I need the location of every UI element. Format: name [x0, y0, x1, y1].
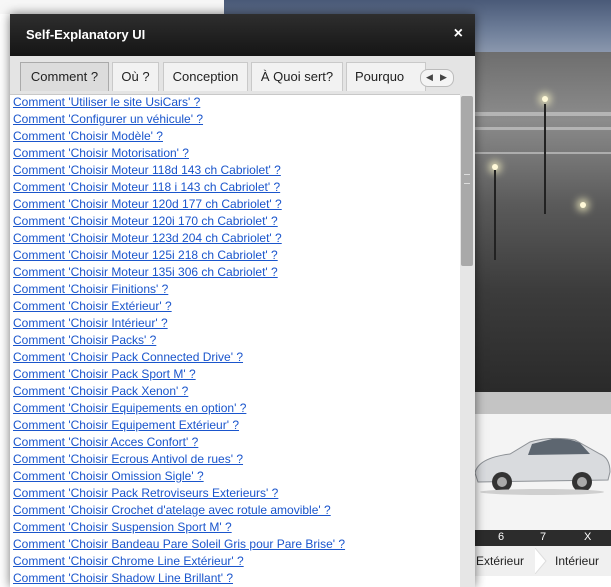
help-topic-link[interactable]: Comment 'Choisir Moteur 118d 143 ch Cabr… [13, 163, 281, 177]
help-topic-link[interactable]: Comment 'Choisir Modèle' ? [13, 129, 163, 143]
help-topic-link[interactable]: Comment 'Choisir Intérieur' ? [13, 316, 168, 330]
help-topic-link[interactable]: Comment 'Choisir Moteur 135i 306 ch Cabr… [13, 265, 278, 279]
dialog-titlebar[interactable]: Self-Explanatory UI × [10, 14, 475, 56]
help-topic-list-panel: Comment 'Utiliser le site UsiCars' ? Comm… [10, 94, 460, 587]
help-topic-link[interactable]: Comment 'Choisir Chrome Line Extérieur' … [13, 554, 244, 568]
help-topic-link[interactable]: Comment 'Choisir Omission Sigle' ? [13, 469, 204, 483]
help-topic-link[interactable]: Comment 'Choisir Crochet d'atelage avec … [13, 503, 331, 517]
help-topic-link[interactable]: Comment 'Choisir Pack Connected Drive' ? [13, 350, 243, 364]
dialog-title: Self-Explanatory UI [26, 27, 146, 42]
help-topic-link[interactable]: Comment 'Choisir Extérieur' ? [13, 299, 172, 313]
self-explanatory-dialog: Self-Explanatory UI × Comment ? Où ? Con… [10, 14, 475, 587]
list-item: Comment 'Choisir Pack Xenon' ? [13, 383, 460, 400]
list-item: Comment 'Choisir Moteur 135i 306 ch Cabr… [13, 264, 460, 281]
chevron-right-icon[interactable]: ▶ [440, 72, 447, 83]
list-item: Comment 'Choisir Finitions' ? [13, 281, 460, 298]
tab-ou[interactable]: Où ? [112, 62, 159, 91]
list-item: Comment 'Choisir Shadow Line Brillant' ? [13, 570, 460, 587]
list-item: Comment 'Choisir Ecrous Antivol de rues'… [13, 451, 460, 468]
help-topic-link[interactable]: Comment 'Choisir Pack Xenon' ? [13, 384, 188, 398]
list-item: Comment 'Choisir Intérieur' ? [13, 315, 460, 332]
help-topic-list: Comment 'Utiliser le site UsiCars' ? Comm… [10, 94, 460, 587]
scrollbar-thumb[interactable] [461, 96, 473, 266]
car-image [474, 437, 611, 495]
tab-bar: Comment ? Où ? Conception À Quoi sert? P… [10, 56, 475, 95]
help-topic-link[interactable]: Comment 'Choisir Pack Retroviseurs Exter… [13, 486, 278, 500]
list-item: Comment 'Choisir Pack Sport M' ? [13, 366, 460, 383]
list-item: Comment 'Choisir Moteur 118 i 143 ch Cab… [13, 179, 460, 196]
list-item: Comment 'Utiliser le site UsiCars' ? [13, 94, 460, 111]
help-topic-link[interactable]: Comment 'Choisir Finitions' ? [13, 282, 168, 296]
close-icon[interactable]: × [454, 25, 463, 43]
list-item: Comment 'Choisir Modèle' ? [13, 128, 460, 145]
help-topic-link[interactable]: Comment 'Choisir Pack Sport M' ? [13, 367, 196, 381]
list-item: Comment 'Choisir Crochet d'atelage avec … [13, 502, 460, 519]
list-item: Comment 'Choisir Moteur 125i 218 ch Cabr… [13, 247, 460, 264]
tab-conception[interactable]: Conception [163, 62, 248, 91]
help-topic-link[interactable]: Comment 'Choisir Motorisation' ? [13, 146, 189, 160]
list-item: Comment 'Choisir Acces Confort' ? [13, 434, 460, 451]
chevron-left-icon[interactable]: ◀ [426, 72, 433, 83]
list-item: Comment 'Choisir Equipements en option' … [13, 400, 460, 417]
help-topic-link[interactable]: Comment 'Choisir Suspension Sport M' ? [13, 520, 232, 534]
help-topic-link[interactable]: Comment 'Choisir Moteur 120i 170 ch Cabr… [13, 214, 278, 228]
list-item: Comment 'Choisir Pack Retroviseurs Exter… [13, 485, 460, 502]
scrollbar[interactable] [460, 94, 475, 587]
list-item: Comment 'Choisir Omission Sigle' ? [13, 468, 460, 485]
help-topic-link[interactable]: Comment 'Choisir Bandeau Pare Soleil Gri… [13, 537, 345, 551]
list-item: Comment 'Choisir Pack Connected Drive' ? [13, 349, 460, 366]
help-topic-link[interactable]: Comment 'Configurer un véhicule' ? [13, 112, 203, 126]
nav-exterieur[interactable]: Extérieur [476, 554, 524, 568]
list-item: Comment 'Choisir Moteur 120i 170 ch Cabr… [13, 213, 460, 230]
list-item: Comment 'Choisir Motorisation' ? [13, 145, 460, 162]
help-topic-link[interactable]: Comment 'Choisir Equipement Extérieur' ? [13, 418, 239, 432]
list-item: Comment 'Choisir Chrome Line Extérieur' … [13, 553, 460, 570]
help-topic-link[interactable]: Comment 'Utiliser le site UsiCars' ? [13, 95, 200, 109]
help-topic-link[interactable]: Comment 'Choisir Equipements en option' … [13, 401, 246, 415]
tab-scroller: ◀ ▶ [420, 69, 454, 87]
list-item: Comment 'Choisir Packs' ? [13, 332, 460, 349]
list-item: Comment 'Choisir Moteur 118d 143 ch Cabr… [13, 162, 460, 179]
page-number[interactable]: X [584, 531, 591, 543]
help-topic-link[interactable]: Comment 'Choisir Moteur 120d 177 ch Cabr… [13, 197, 282, 211]
nav-interieur[interactable]: Intérieur [555, 554, 599, 568]
list-item: Comment 'Choisir Bandeau Pare Soleil Gri… [13, 536, 460, 553]
list-item: Comment 'Choisir Suspension Sport M' ? [13, 519, 460, 536]
list-item: Comment 'Choisir Equipement Extérieur' ? [13, 417, 460, 434]
help-topic-link[interactable]: Comment 'Choisir Packs' ? [13, 333, 156, 347]
tab-pourquoi[interactable]: Pourquo [346, 62, 426, 91]
list-item: Comment 'Choisir Moteur 120d 177 ch Cabr… [13, 196, 460, 213]
tab-a-quoi-sert[interactable]: À Quoi sert? [251, 62, 343, 91]
page-number[interactable]: 7 [540, 531, 546, 543]
tab-comment[interactable]: Comment ? [20, 62, 109, 91]
help-topic-link[interactable]: Comment 'Choisir Moteur 123d 204 ch Cabr… [13, 231, 282, 245]
help-topic-link[interactable]: Comment 'Choisir Acces Confort' ? [13, 435, 198, 449]
help-topic-link[interactable]: Comment 'Choisir Moteur 118 i 143 ch Cab… [13, 180, 280, 194]
list-item: Comment 'Choisir Extérieur' ? [13, 298, 460, 315]
page-number[interactable]: 6 [498, 531, 504, 543]
help-topic-link[interactable]: Comment 'Choisir Shadow Line Brillant' ? [13, 571, 233, 585]
list-item: Comment 'Choisir Moteur 123d 204 ch Cabr… [13, 230, 460, 247]
help-topic-link[interactable]: Comment 'Choisir Moteur 125i 218 ch Cabr… [13, 248, 278, 262]
help-topic-link[interactable]: Comment 'Choisir Ecrous Antivol de rues'… [13, 452, 243, 466]
chevron-right-icon [535, 548, 547, 574]
list-item: Comment 'Configurer un véhicule' ? [13, 111, 460, 128]
